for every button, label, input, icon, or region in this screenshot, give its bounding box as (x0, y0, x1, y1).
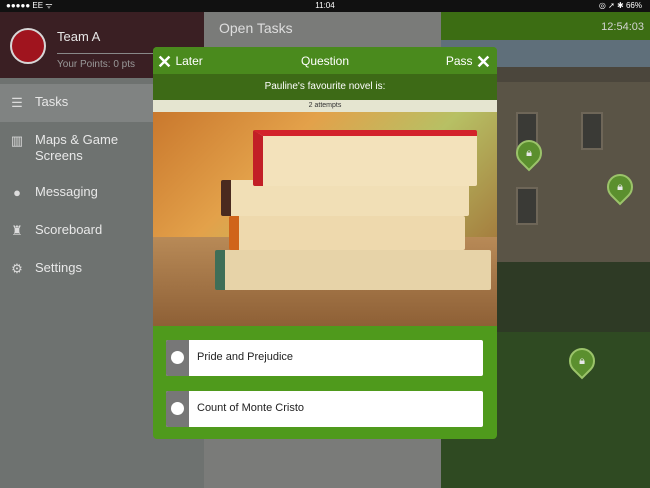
map-background (516, 187, 538, 225)
gear-icon: ⚙ (11, 261, 23, 276)
radio-button[interactable] (166, 391, 189, 427)
question-image (253, 130, 477, 186)
trophy-icon: ♜ (11, 223, 23, 238)
page-title: Open Tasks (219, 20, 293, 36)
map-background (581, 112, 603, 150)
status-bar: ●●●●● EE ᯤ 11:04 ◎ ➚ ✱ 66% (0, 0, 650, 12)
lock-icon: 🔒︎ (526, 147, 532, 159)
dialog-header: ✕ Later Question Pass ✕ (153, 47, 497, 74)
lock-icon: 🔒︎ (579, 355, 585, 367)
game-timer: 12:54:03 (601, 21, 644, 33)
pass-button[interactable]: Pass ✕ (445, 51, 491, 72)
team-name: Team A (57, 29, 101, 44)
answer-label: Count of Monte Cristo (197, 402, 304, 414)
radio-button[interactable] (166, 340, 189, 376)
question-text: Pauline's favourite novel is: (153, 74, 497, 100)
question-image (215, 250, 491, 290)
radio-icon (171, 351, 184, 364)
close-icon: ✕ (475, 51, 491, 72)
sidebar-item-label: Tasks (35, 94, 69, 109)
radio-icon (171, 402, 184, 415)
sidebar-item-label: Messaging (35, 184, 98, 199)
team-points: Your Points: 0 pts (57, 59, 136, 70)
sidebar-item-label: Maps & Game Screens (35, 132, 119, 163)
avatar[interactable] (10, 28, 46, 64)
battery-indicator: ◎ ➚ ✱ 66% (598, 1, 642, 10)
pass-label: Pass (445, 54, 473, 68)
question-image (229, 216, 465, 250)
list-icon: ☰ (11, 95, 23, 110)
answer-option[interactable]: Pride and Prejudice (166, 340, 483, 376)
sidebar-item-label: Settings (35, 260, 82, 275)
chat-bubble-icon: ● (13, 185, 21, 200)
attempts-counter: 2 attempts (153, 100, 497, 112)
map-icon: ▥ (10, 133, 24, 148)
map-header: 12:54:03 (441, 12, 650, 40)
answer-option[interactable]: Count of Monte Cristo (166, 391, 483, 427)
clock: 11:04 (315, 1, 335, 10)
question-image (153, 112, 497, 326)
sidebar-item-label: Scoreboard (35, 222, 103, 237)
lock-icon: 🔒︎ (617, 181, 623, 193)
question-dialog: ✕ Later Question Pass ✕ Pauline's favour… (153, 47, 497, 439)
answer-label: Pride and Prejudice (197, 351, 294, 363)
